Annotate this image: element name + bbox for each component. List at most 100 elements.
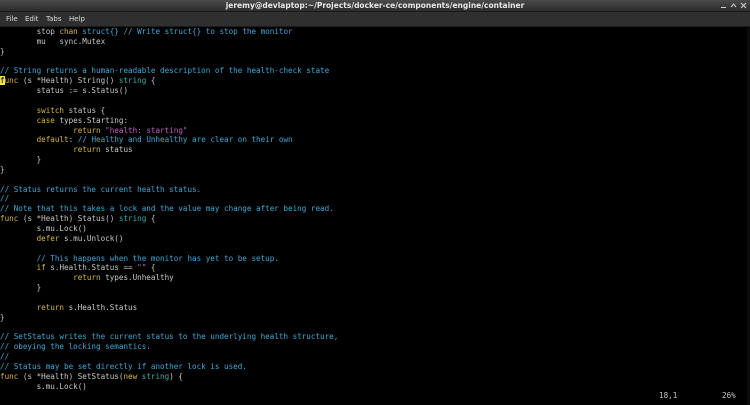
code-token: s.mu.Unlock() [59, 233, 124, 243]
code-token: new [123, 371, 138, 381]
code-line: default: // Healthy and Unhealthy are cl… [0, 135, 293, 145]
code-token: ) { [169, 371, 183, 381]
code-line: // Status may be set directly if another… [0, 362, 247, 372]
code-line: return "health: starting" [0, 126, 187, 136]
code-line: return types.Unhealthy [0, 273, 174, 283]
code-token: return [73, 125, 101, 135]
code-token: // [0, 352, 10, 362]
code-token: { [146, 76, 156, 86]
code-token: "health: starting" [105, 125, 188, 135]
code-token: s.mu.Lock() [0, 381, 87, 391]
code-token: // String returns a human-readable descr… [0, 66, 330, 76]
code-line: case types.Starting: [0, 116, 128, 126]
code-token: defer [36, 233, 60, 243]
code-token: (s *Health) SetStatus( [18, 371, 124, 381]
code-line: } [0, 47, 5, 57]
code-token: types.Starting: [54, 115, 129, 125]
code-token: return [73, 145, 101, 155]
menu-tabs[interactable]: Tabs [46, 12, 62, 26]
code-token: status := s.Status() [0, 86, 129, 96]
code-line: defer s.mu.Unlock() [0, 233, 124, 244]
code-line: // [0, 352, 9, 362]
code-line: // String returns a human-readable descr… [0, 66, 329, 76]
code-line: s.mu.Lock() [0, 382, 87, 392]
code-token: // This happens when the monitor has yet… [36, 253, 279, 263]
code-line: } [0, 165, 5, 175]
code-line: stop chan struct{} // Write struct{} to … [0, 27, 293, 37]
code-token: status [100, 145, 133, 155]
code-token: switch [36, 105, 65, 115]
code-token: unc [4, 76, 19, 86]
code-line: } [0, 155, 42, 165]
code-token: // Healthy and Unhealthy are clear on th… [77, 135, 293, 145]
code-token: : [68, 135, 78, 145]
menu-edit[interactable]: Edit [25, 12, 39, 26]
code-line: return status [0, 145, 133, 155]
code-token: string [118, 214, 147, 224]
code-token: (s *Health) String() [18, 76, 119, 86]
code-token: default [36, 135, 69, 145]
code-token: return [36, 302, 65, 312]
code-line: } [0, 283, 42, 293]
code-token: // SetStatus writes the current status t… [0, 332, 339, 342]
code-token: s.Health.Status [64, 302, 138, 312]
code-token: mu sync.Mutex [0, 36, 106, 46]
terminal-editor[interactable]: stop chan struct{} // Write struct{} to … [0, 27, 750, 405]
code-line: func (s *Health) Status() string { [0, 214, 155, 224]
code-token: // obeying the locking semantics. [0, 342, 151, 352]
window-titlebar[interactable]: jeremy@devlaptop:~/Projects/docker-ce/co… [0, 0, 750, 12]
code-token: struct{} // Write struct{} to stop the m… [77, 27, 293, 36]
code-token: } [0, 46, 5, 56]
code-line: if s.Health.Status == "" { [0, 263, 156, 273]
code-token: // Status returns the current health sta… [0, 184, 202, 194]
window-controls [720, 2, 747, 9]
code-token: string [118, 76, 147, 86]
code-token: if [36, 263, 46, 273]
code-token: // [0, 194, 10, 204]
code-token: (s *Health) Status() [18, 214, 119, 224]
code-line: // [0, 194, 9, 204]
code-line: mu sync.Mutex [0, 36, 106, 47]
minimize-icon[interactable] [720, 2, 727, 9]
code-token: { [146, 263, 156, 273]
code-token: { [146, 214, 156, 224]
close-icon[interactable] [740, 2, 747, 9]
code-token: } [0, 312, 5, 322]
code-token: stop [0, 27, 60, 36]
scroll-percent: 26% [722, 391, 736, 400]
code-token: case [36, 115, 55, 125]
code-token: types.Unhealthy [100, 273, 174, 283]
code-line: status := s.Status() [0, 86, 128, 96]
menu-help[interactable]: Help [69, 12, 85, 26]
code-token: chan [59, 27, 78, 36]
code-line: // Status returns the current health sta… [0, 185, 201, 195]
code-token: } [0, 283, 42, 293]
code-token: status { [64, 105, 106, 115]
code-token: func [0, 371, 19, 381]
code-line: func (s *Health) SetStatus(new string) { [0, 372, 183, 382]
code-line: // obeying the locking semantics. [0, 342, 151, 352]
window-title: jeremy@devlaptop:~/Projects/docker-ce/co… [225, 1, 525, 10]
code-line: return s.Health.Status [0, 302, 138, 313]
code-line: } [0, 313, 5, 323]
code-token: // Status may be set directly if another… [0, 361, 247, 371]
maximize-icon[interactable] [730, 2, 737, 9]
code-token: return [73, 273, 101, 283]
code-line: // SetStatus writes the current status t… [0, 332, 338, 342]
code-token: // Note that this takes a lock and the v… [0, 204, 334, 214]
code-line: func (s *Health) String() string { [0, 76, 155, 86]
code-token: "" [137, 263, 147, 273]
menu-file[interactable]: File [6, 12, 18, 26]
code-line: // Note that this takes a lock and the v… [0, 204, 334, 214]
menu-bar: File Edit Tabs Help [0, 12, 750, 27]
